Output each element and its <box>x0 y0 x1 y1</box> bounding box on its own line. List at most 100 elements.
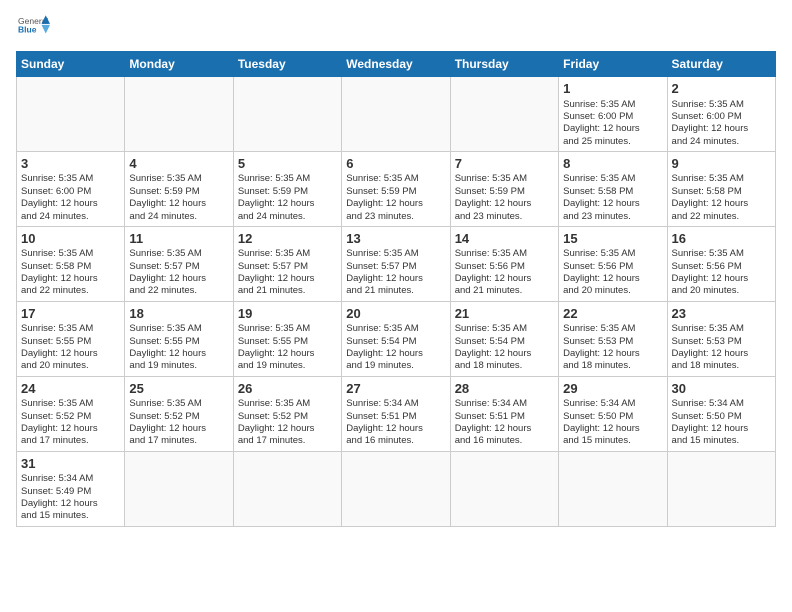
day-number: 7 <box>455 155 554 173</box>
day-info: Sunrise: 5:35 AM Sunset: 5:55 PM Dayligh… <box>21 323 120 372</box>
day-info: Sunrise: 5:35 AM Sunset: 5:57 PM Dayligh… <box>238 248 337 297</box>
day-number: 13 <box>346 230 445 248</box>
table-row: 7Sunrise: 5:35 AM Sunset: 5:59 PM Daylig… <box>450 151 558 226</box>
day-number: 23 <box>672 305 771 323</box>
table-row: 25Sunrise: 5:35 AM Sunset: 5:52 PM Dayli… <box>125 376 233 451</box>
day-info: Sunrise: 5:35 AM Sunset: 5:56 PM Dayligh… <box>672 248 771 297</box>
table-row: 6Sunrise: 5:35 AM Sunset: 5:59 PM Daylig… <box>342 151 450 226</box>
day-info: Sunrise: 5:35 AM Sunset: 5:52 PM Dayligh… <box>21 398 120 447</box>
table-row: 29Sunrise: 5:34 AM Sunset: 5:50 PM Dayli… <box>559 376 667 451</box>
weekday-header-wednesday: Wednesday <box>342 52 450 77</box>
table-row <box>559 451 667 526</box>
day-number: 31 <box>21 455 120 473</box>
day-number: 22 <box>563 305 662 323</box>
table-row: 19Sunrise: 5:35 AM Sunset: 5:55 PM Dayli… <box>233 301 341 376</box>
day-number: 11 <box>129 230 228 248</box>
day-info: Sunrise: 5:35 AM Sunset: 6:00 PM Dayligh… <box>563 99 662 148</box>
day-number: 14 <box>455 230 554 248</box>
page: General Blue SundayMondayTuesdayWednesda… <box>0 0 792 537</box>
day-info: Sunrise: 5:34 AM Sunset: 5:50 PM Dayligh… <box>563 398 662 447</box>
table-row: 8Sunrise: 5:35 AM Sunset: 5:58 PM Daylig… <box>559 151 667 226</box>
table-row: 23Sunrise: 5:35 AM Sunset: 5:53 PM Dayli… <box>667 301 775 376</box>
table-row: 18Sunrise: 5:35 AM Sunset: 5:55 PM Dayli… <box>125 301 233 376</box>
calendar: SundayMondayTuesdayWednesdayThursdayFrid… <box>16 51 776 527</box>
day-number: 26 <box>238 380 337 398</box>
day-number: 4 <box>129 155 228 173</box>
table-row: 1Sunrise: 5:35 AM Sunset: 6:00 PM Daylig… <box>559 77 667 152</box>
weekday-header-tuesday: Tuesday <box>233 52 341 77</box>
table-row: 24Sunrise: 5:35 AM Sunset: 5:52 PM Dayli… <box>17 376 125 451</box>
table-row: 20Sunrise: 5:35 AM Sunset: 5:54 PM Dayli… <box>342 301 450 376</box>
table-row <box>233 77 341 152</box>
table-row: 17Sunrise: 5:35 AM Sunset: 5:55 PM Dayli… <box>17 301 125 376</box>
table-row: 2Sunrise: 5:35 AM Sunset: 6:00 PM Daylig… <box>667 77 775 152</box>
day-number: 28 <box>455 380 554 398</box>
header-top: General Blue <box>16 14 776 43</box>
day-info: Sunrise: 5:35 AM Sunset: 5:59 PM Dayligh… <box>238 173 337 222</box>
weekday-header-sunday: Sunday <box>17 52 125 77</box>
table-row <box>17 77 125 152</box>
day-info: Sunrise: 5:35 AM Sunset: 5:55 PM Dayligh… <box>238 323 337 372</box>
day-info: Sunrise: 5:34 AM Sunset: 5:51 PM Dayligh… <box>455 398 554 447</box>
day-info: Sunrise: 5:34 AM Sunset: 5:50 PM Dayligh… <box>672 398 771 447</box>
day-info: Sunrise: 5:35 AM Sunset: 6:00 PM Dayligh… <box>21 173 120 222</box>
table-row: 3Sunrise: 5:35 AM Sunset: 6:00 PM Daylig… <box>17 151 125 226</box>
day-info: Sunrise: 5:35 AM Sunset: 5:59 PM Dayligh… <box>346 173 445 222</box>
weekday-header-friday: Friday <box>559 52 667 77</box>
table-row <box>342 451 450 526</box>
day-number: 12 <box>238 230 337 248</box>
day-info: Sunrise: 5:35 AM Sunset: 5:59 PM Dayligh… <box>129 173 228 222</box>
day-info: Sunrise: 5:35 AM Sunset: 5:54 PM Dayligh… <box>346 323 445 372</box>
day-info: Sunrise: 5:34 AM Sunset: 5:51 PM Dayligh… <box>346 398 445 447</box>
weekday-header-thursday: Thursday <box>450 52 558 77</box>
weekday-header-monday: Monday <box>125 52 233 77</box>
day-number: 10 <box>21 230 120 248</box>
day-number: 8 <box>563 155 662 173</box>
day-info: Sunrise: 5:35 AM Sunset: 5:58 PM Dayligh… <box>672 173 771 222</box>
day-number: 24 <box>21 380 120 398</box>
day-info: Sunrise: 5:35 AM Sunset: 5:56 PM Dayligh… <box>563 248 662 297</box>
day-info: Sunrise: 5:35 AM Sunset: 5:57 PM Dayligh… <box>129 248 228 297</box>
svg-text:Blue: Blue <box>18 24 37 34</box>
day-number: 16 <box>672 230 771 248</box>
day-number: 20 <box>346 305 445 323</box>
day-info: Sunrise: 5:35 AM Sunset: 5:52 PM Dayligh… <box>238 398 337 447</box>
day-info: Sunrise: 5:35 AM Sunset: 5:57 PM Dayligh… <box>346 248 445 297</box>
table-row <box>125 77 233 152</box>
day-number: 21 <box>455 305 554 323</box>
logo-area: General Blue <box>16 14 50 43</box>
table-row: 9Sunrise: 5:35 AM Sunset: 5:58 PM Daylig… <box>667 151 775 226</box>
day-number: 25 <box>129 380 228 398</box>
table-row: 5Sunrise: 5:35 AM Sunset: 5:59 PM Daylig… <box>233 151 341 226</box>
table-row <box>450 77 558 152</box>
day-number: 1 <box>563 80 662 98</box>
table-row <box>450 451 558 526</box>
day-info: Sunrise: 5:35 AM Sunset: 5:53 PM Dayligh… <box>672 323 771 372</box>
day-info: Sunrise: 5:35 AM Sunset: 5:56 PM Dayligh… <box>455 248 554 297</box>
table-row <box>667 451 775 526</box>
table-row: 12Sunrise: 5:35 AM Sunset: 5:57 PM Dayli… <box>233 226 341 301</box>
day-number: 15 <box>563 230 662 248</box>
day-number: 30 <box>672 380 771 398</box>
table-row: 15Sunrise: 5:35 AM Sunset: 5:56 PM Dayli… <box>559 226 667 301</box>
table-row: 31Sunrise: 5:34 AM Sunset: 5:49 PM Dayli… <box>17 451 125 526</box>
day-number: 29 <box>563 380 662 398</box>
table-row <box>125 451 233 526</box>
day-number: 3 <box>21 155 120 173</box>
table-row: 27Sunrise: 5:34 AM Sunset: 5:51 PM Dayli… <box>342 376 450 451</box>
table-row: 14Sunrise: 5:35 AM Sunset: 5:56 PM Dayli… <box>450 226 558 301</box>
day-info: Sunrise: 5:35 AM Sunset: 5:52 PM Dayligh… <box>129 398 228 447</box>
table-row: 28Sunrise: 5:34 AM Sunset: 5:51 PM Dayli… <box>450 376 558 451</box>
day-info: Sunrise: 5:35 AM Sunset: 5:54 PM Dayligh… <box>455 323 554 372</box>
day-number: 19 <box>238 305 337 323</box>
day-number: 17 <box>21 305 120 323</box>
table-row <box>233 451 341 526</box>
table-row: 16Sunrise: 5:35 AM Sunset: 5:56 PM Dayli… <box>667 226 775 301</box>
day-info: Sunrise: 5:34 AM Sunset: 5:49 PM Dayligh… <box>21 473 120 522</box>
day-number: 5 <box>238 155 337 173</box>
table-row: 26Sunrise: 5:35 AM Sunset: 5:52 PM Dayli… <box>233 376 341 451</box>
logo: General Blue <box>16 14 50 43</box>
day-info: Sunrise: 5:35 AM Sunset: 5:58 PM Dayligh… <box>563 173 662 222</box>
day-info: Sunrise: 5:35 AM Sunset: 5:53 PM Dayligh… <box>563 323 662 372</box>
day-number: 18 <box>129 305 228 323</box>
